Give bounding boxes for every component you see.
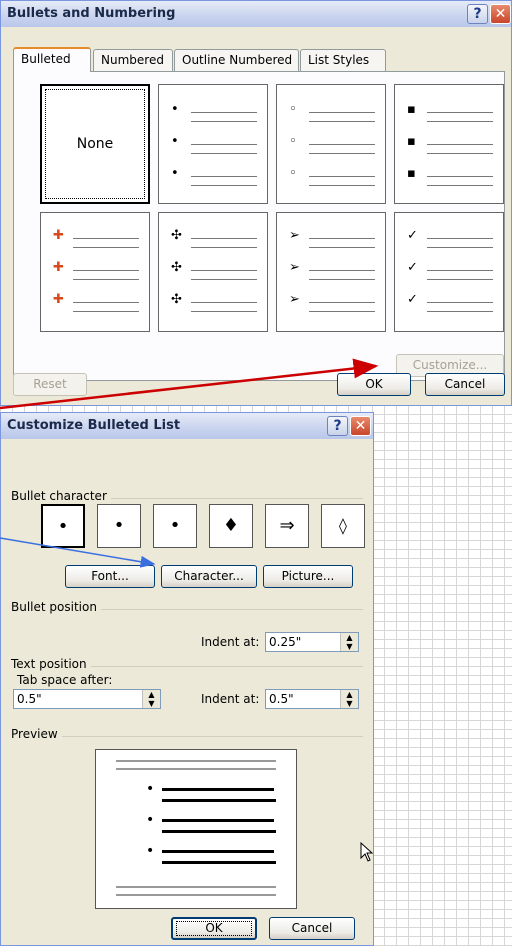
mouse-pointer-icon bbox=[360, 842, 374, 862]
bullet-indent-stepper[interactable]: 0.25" ▲ ▼ bbox=[265, 632, 359, 652]
bullet-character-label: Bullet character bbox=[11, 489, 111, 503]
bullet-char-5[interactable]: ⇒ bbox=[265, 504, 309, 548]
text-indent-stepper[interactable]: 0.5" ▲ ▼ bbox=[265, 689, 359, 709]
font-button[interactable]: Font... bbox=[65, 565, 155, 588]
spin-arrows-icon[interactable]: ▲ ▼ bbox=[142, 690, 160, 708]
bullet-style-colored-cross[interactable]: ✚ ✚ ✚ bbox=[40, 212, 150, 332]
bullet-style-hollow-circle[interactable]: ◦ ◦ ◦ bbox=[276, 84, 386, 204]
reset-button[interactable]: Reset bbox=[13, 373, 87, 396]
cancel-button[interactable]: Cancel bbox=[269, 917, 355, 940]
bulleted-panel: None • • • ◦ ◦ ◦ ▪ ▪ ▪ ✚ ✚ ✚ ✣ ✣ ✣ ➢ ➢ ➢… bbox=[13, 71, 505, 381]
help-icon[interactable]: ? bbox=[327, 416, 348, 436]
spin-arrows-icon[interactable]: ▲ ▼ bbox=[340, 633, 358, 651]
tab-bulleted[interactable]: Bulleted bbox=[13, 47, 91, 72]
preview-box: • • • bbox=[95, 749, 297, 909]
close-icon[interactable]: ✕ bbox=[350, 416, 371, 436]
ok-button[interactable]: OK bbox=[171, 917, 257, 940]
dialog-title: Bullets and Numbering bbox=[7, 6, 176, 21]
character-button[interactable]: Character... bbox=[161, 565, 257, 588]
bullets-and-numbering-dialog: Bullets and Numbering ? ✕ Bulleted Numbe… bbox=[0, 0, 512, 406]
cancel-button[interactable]: Cancel bbox=[425, 373, 505, 396]
text-indent-label: Indent at: bbox=[201, 692, 260, 706]
bullet-style-checkmark[interactable]: ✓ ✓ ✓ bbox=[394, 212, 504, 332]
tab-numbered[interactable]: Numbered bbox=[93, 49, 173, 71]
bullet-style-arrowhead[interactable]: ➢ ➢ ➢ bbox=[276, 212, 386, 332]
tab-space-label: Tab space after: bbox=[17, 673, 113, 687]
dialog-title: Customize Bulleted List bbox=[7, 418, 181, 433]
bullet-char-4[interactable]: ♦ bbox=[209, 504, 253, 548]
spin-arrows-icon[interactable]: ▲ ▼ bbox=[340, 690, 358, 708]
bullet-char-1[interactable]: • bbox=[41, 504, 85, 548]
help-icon[interactable]: ? bbox=[467, 4, 488, 24]
dialog-title-bar: Customize Bulleted List bbox=[1, 413, 373, 439]
bullet-position-label: Bullet position bbox=[11, 600, 101, 614]
picture-button[interactable]: Picture... bbox=[263, 565, 353, 588]
bullet-char-6[interactable]: ◊ bbox=[321, 504, 365, 548]
text-position-label: Text position bbox=[11, 657, 91, 671]
bullet-character-row: • • • ♦ ⇒ ◊ bbox=[41, 504, 365, 548]
preview-label: Preview bbox=[11, 727, 62, 741]
customize-bulleted-list-dialog: Customize Bulleted List ? ✕ Bullet chara… bbox=[0, 412, 374, 946]
tab-outline-numbered[interactable]: Outline Numbered bbox=[174, 49, 299, 71]
dialog-title-bar: Bullets and Numbering bbox=[1, 1, 511, 27]
ok-button[interactable]: OK bbox=[337, 373, 411, 396]
tab-list-styles[interactable]: List Styles bbox=[300, 49, 386, 71]
none-label: None bbox=[76, 136, 114, 152]
bullet-char-2[interactable]: • bbox=[97, 504, 141, 548]
bullet-char-3[interactable]: • bbox=[153, 504, 197, 548]
bullet-style-four-diamonds[interactable]: ✣ ✣ ✣ bbox=[158, 212, 268, 332]
bullet-style-square[interactable]: ▪ ▪ ▪ bbox=[394, 84, 504, 204]
bullet-indent-label: Indent at: bbox=[201, 635, 260, 649]
tab-space-stepper[interactable]: 0.5" ▲ ▼ bbox=[13, 689, 161, 709]
bullet-style-solid-dot[interactable]: • • • bbox=[158, 84, 268, 204]
close-icon[interactable]: ✕ bbox=[490, 4, 511, 24]
bullet-style-none[interactable]: None bbox=[40, 84, 150, 204]
